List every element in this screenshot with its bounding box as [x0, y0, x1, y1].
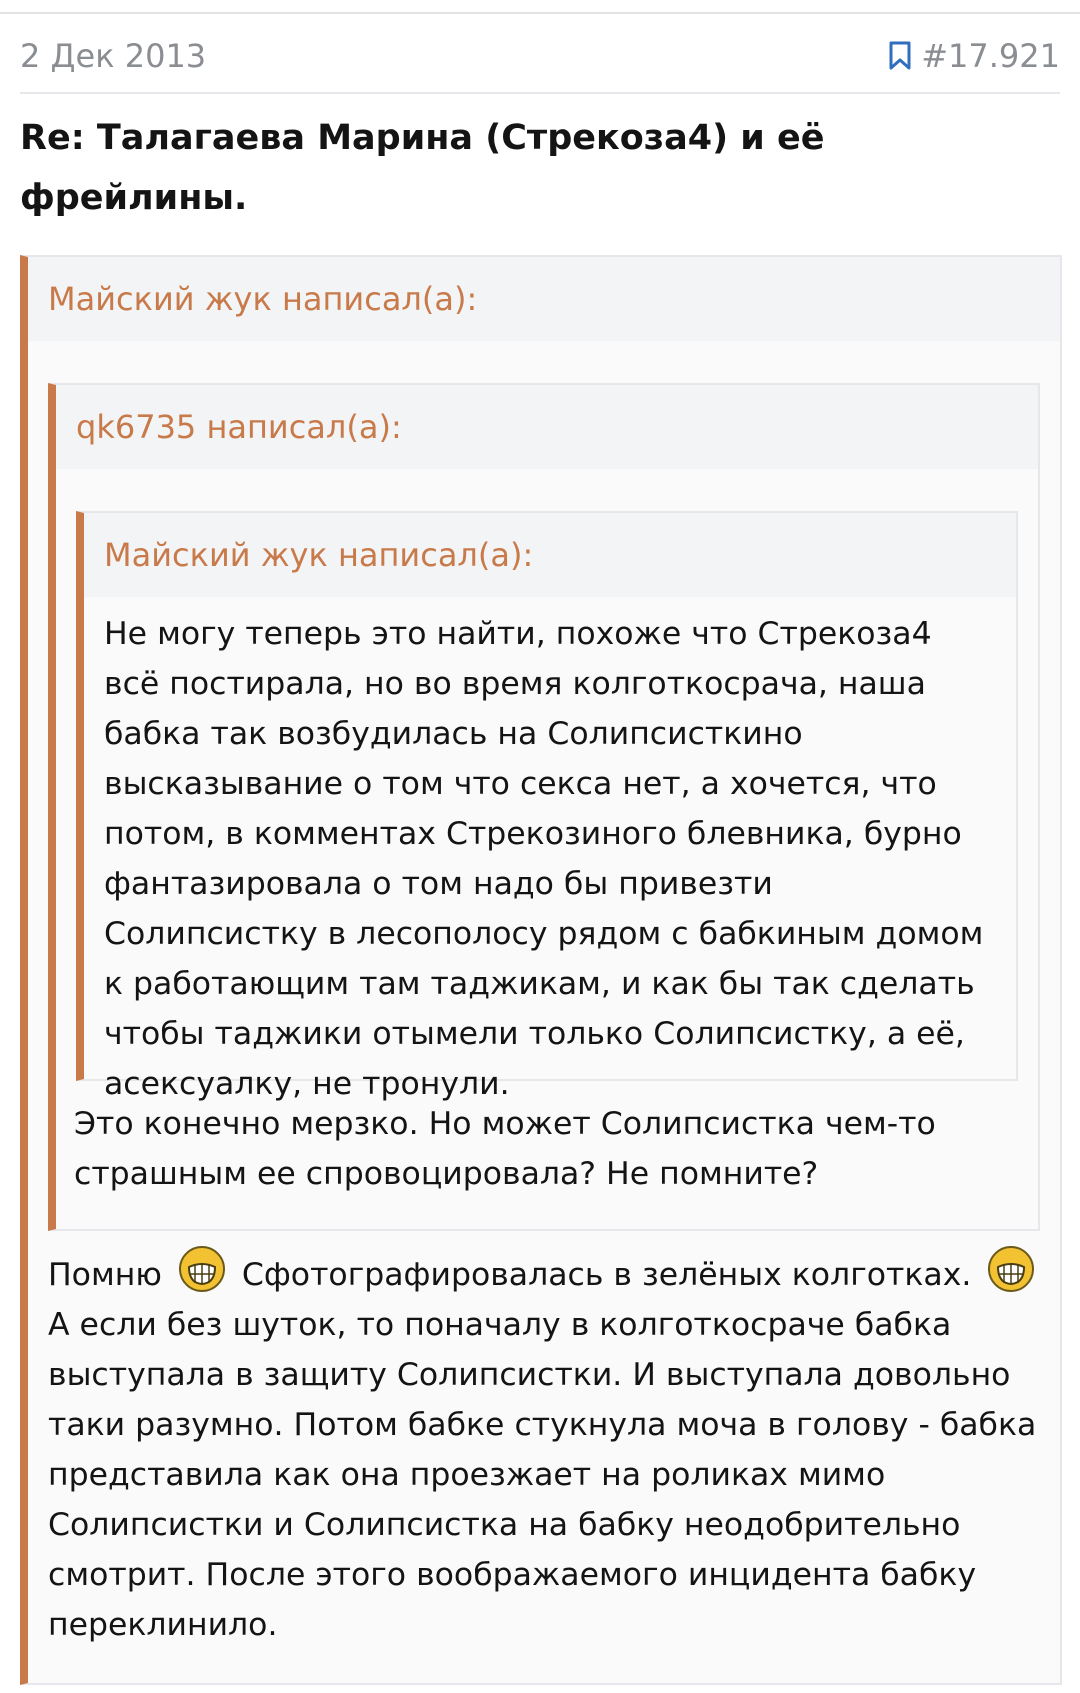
quote-inner: Майский жук написал(а): Не могу теперь э… [76, 511, 1018, 1102]
reply-text-start: Помню [48, 1257, 162, 1293]
quote-author[interactable]: Майский жук написал(а): [28, 257, 1060, 341]
reply-text-middle: Сфотографировалась в зелёных колготках. [241, 1257, 972, 1293]
quote-body: Не могу теперь это найти, похоже что Стр… [104, 616, 984, 1102]
reply-text-end: А если без шуток, то поначалу в колготко… [48, 1307, 1037, 1643]
post-meta-bar: 2 Дек 2013 #17.921 [20, 30, 1060, 94]
quote-author[interactable]: qk6735 написал(а): [56, 385, 1038, 469]
reply-text: Помню Сфотографировалась в зелёных колго… [28, 1231, 1060, 1650]
top-divider [0, 0, 1080, 14]
grinning-emoji-icon [988, 1246, 1035, 1292]
quote-middle: qk6735 написал(а): Майский жук написал(а… [48, 383, 1040, 1231]
quote-author[interactable]: Майский жук написал(а): [84, 513, 1016, 597]
quote-outer: Майский жук написал(а): qk6735 написал(а… [20, 255, 1062, 1685]
post-number[interactable]: #17.921 [921, 30, 1060, 82]
post-permalink[interactable]: #17.921 [887, 30, 1060, 82]
grinning-emoji-icon [178, 1246, 225, 1292]
bookmark-icon[interactable] [887, 41, 913, 71]
quote-body: Это конечно мерзко. Но может Солипсистка… [74, 1106, 936, 1192]
post-date[interactable]: 2 Дек 2013 [20, 30, 206, 82]
thread-title: Re: Талагаева Марина (Стрекоза4) и её фр… [20, 118, 825, 218]
